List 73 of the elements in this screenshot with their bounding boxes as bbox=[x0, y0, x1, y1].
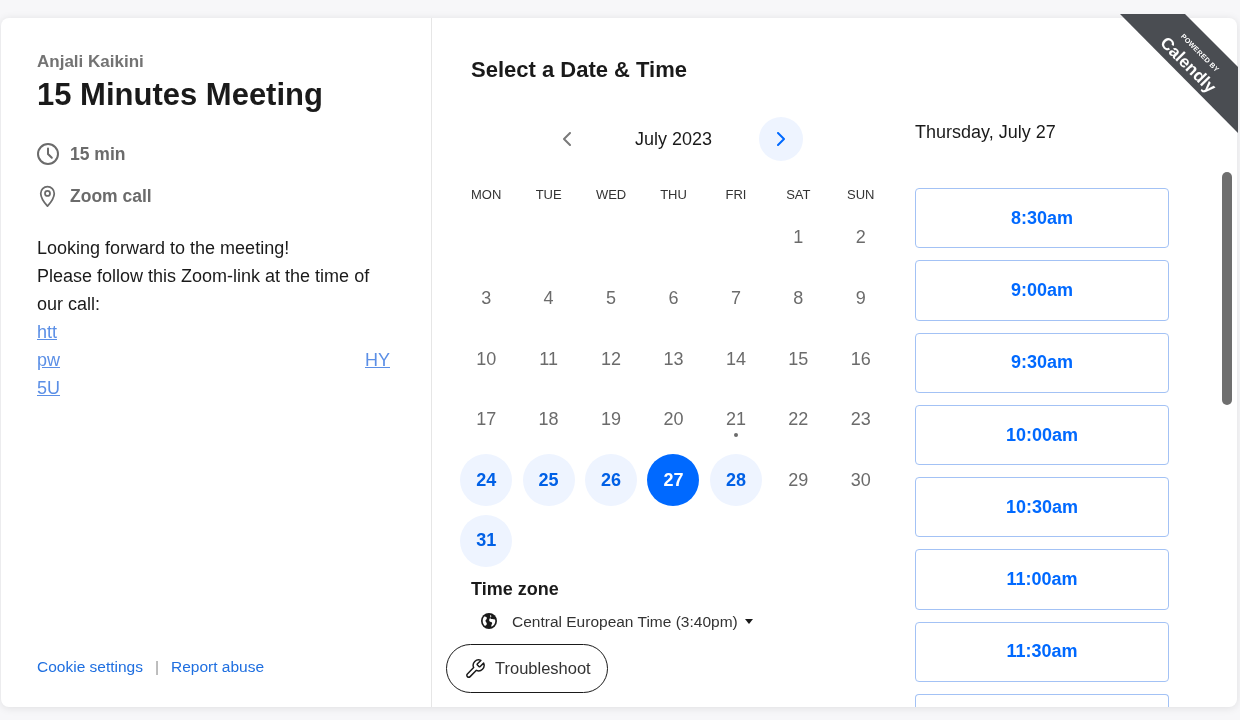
caret-icon bbox=[744, 618, 753, 624]
time-slot-button[interactable]: 11:00am bbox=[915, 549, 1169, 610]
day-number: 20 bbox=[662, 408, 685, 432]
description-text: Looking forward to the meeting! bbox=[37, 237, 291, 260]
day-number: 15 bbox=[787, 347, 810, 371]
day-number: 29 bbox=[787, 468, 810, 492]
day-number: 4 bbox=[542, 287, 555, 311]
day-number: 22 bbox=[787, 408, 810, 432]
weekday-label: SUN bbox=[847, 188, 875, 202]
day-number: 18 bbox=[537, 408, 560, 432]
time-zone-dropdown[interactable]: Central European Time (3:40pm) bbox=[481, 609, 753, 634]
day-number: 1 bbox=[792, 226, 805, 250]
day-number: 6 bbox=[667, 287, 680, 311]
day-number: 30 bbox=[849, 468, 872, 492]
day-number: 17 bbox=[475, 408, 498, 432]
day-number: 5 bbox=[605, 287, 618, 311]
month-label: July 2023 bbox=[634, 128, 713, 150]
time-slot-button[interactable]: 10:30am bbox=[915, 477, 1169, 538]
calendar-day[interactable]: 24 bbox=[460, 454, 513, 507]
wrench-icon bbox=[465, 658, 485, 679]
weekday-label: WED bbox=[595, 188, 627, 202]
day-number: 12 bbox=[600, 347, 623, 371]
event-detail: Zoom call bbox=[70, 184, 152, 208]
calendar-day[interactable]: 26 bbox=[585, 454, 638, 507]
time-slot-button[interactable]: 9:00am bbox=[915, 260, 1169, 321]
weekday-label: FRI bbox=[725, 188, 747, 202]
chevron-left-icon bbox=[562, 132, 571, 146]
day-number: 9 bbox=[854, 287, 867, 311]
weekday-label: SAT bbox=[786, 188, 811, 202]
chevron-right-icon bbox=[776, 132, 785, 146]
footer-link[interactable]: Report abuse bbox=[171, 657, 265, 677]
calendar-day[interactable]: 31 bbox=[460, 514, 513, 567]
time-slot-button[interactable]: 10:00am bbox=[915, 404, 1169, 466]
event-detail: 15 min bbox=[70, 142, 126, 166]
weekday-label: MON bbox=[471, 188, 502, 202]
day-number: 19 bbox=[600, 408, 623, 432]
globe-icon bbox=[481, 613, 497, 630]
calendar-day[interactable]: 25 bbox=[522, 454, 575, 507]
selected-date: Thursday, July 27 bbox=[915, 121, 1056, 143]
clock-icon bbox=[37, 143, 59, 165]
footer-link[interactable]: Cookie settings bbox=[37, 657, 143, 677]
weekday-label: THU bbox=[660, 188, 687, 202]
day-number: 16 bbox=[849, 347, 872, 371]
day-number: 14 bbox=[724, 347, 747, 371]
time-zone-label: Time zone bbox=[471, 579, 559, 600]
day-number: 13 bbox=[662, 347, 685, 371]
organizer-name: Anjali Kaikini bbox=[37, 52, 144, 72]
calendar-day[interactable]: 28 bbox=[709, 454, 762, 507]
time-slot-button[interactable]: 9:30am bbox=[915, 332, 1169, 393]
time-slot-button[interactable]: 8:30am bbox=[915, 188, 1169, 249]
time-slot-button[interactable]: 11:30am bbox=[915, 621, 1169, 683]
day-number: 21 bbox=[709, 393, 762, 446]
weekday-label: TUE bbox=[535, 188, 562, 202]
day-number: 23 bbox=[849, 408, 872, 432]
day-number: 3 bbox=[480, 287, 493, 311]
page-heading: Select a Date & Time bbox=[471, 58, 688, 82]
meeting-link[interactable]: htt bbox=[37, 318, 57, 346]
meeting-link[interactable]: 5U bbox=[37, 374, 60, 402]
footer-separator: | bbox=[155, 657, 159, 677]
description-text: Please follow this Zoom-link at the time of our call: bbox=[37, 265, 371, 316]
location-pin-icon bbox=[39, 185, 56, 207]
meeting-link[interactable]: pw bbox=[37, 346, 60, 374]
day-number: 8 bbox=[792, 287, 805, 311]
day-number: 10 bbox=[475, 347, 498, 371]
day-number: 7 bbox=[729, 287, 742, 311]
scrollbar-thumb[interactable] bbox=[1222, 172, 1232, 405]
meeting-link[interactable]: HY bbox=[365, 346, 390, 374]
next-month-button[interactable] bbox=[758, 117, 803, 161]
time-slot-button[interactable] bbox=[915, 694, 1169, 707]
calendar-day[interactable]: 27 bbox=[647, 454, 700, 507]
day-number: 2 bbox=[854, 226, 867, 250]
day-number: 11 bbox=[538, 347, 559, 371]
event-title: 15 Minutes Meeting bbox=[37, 77, 323, 113]
